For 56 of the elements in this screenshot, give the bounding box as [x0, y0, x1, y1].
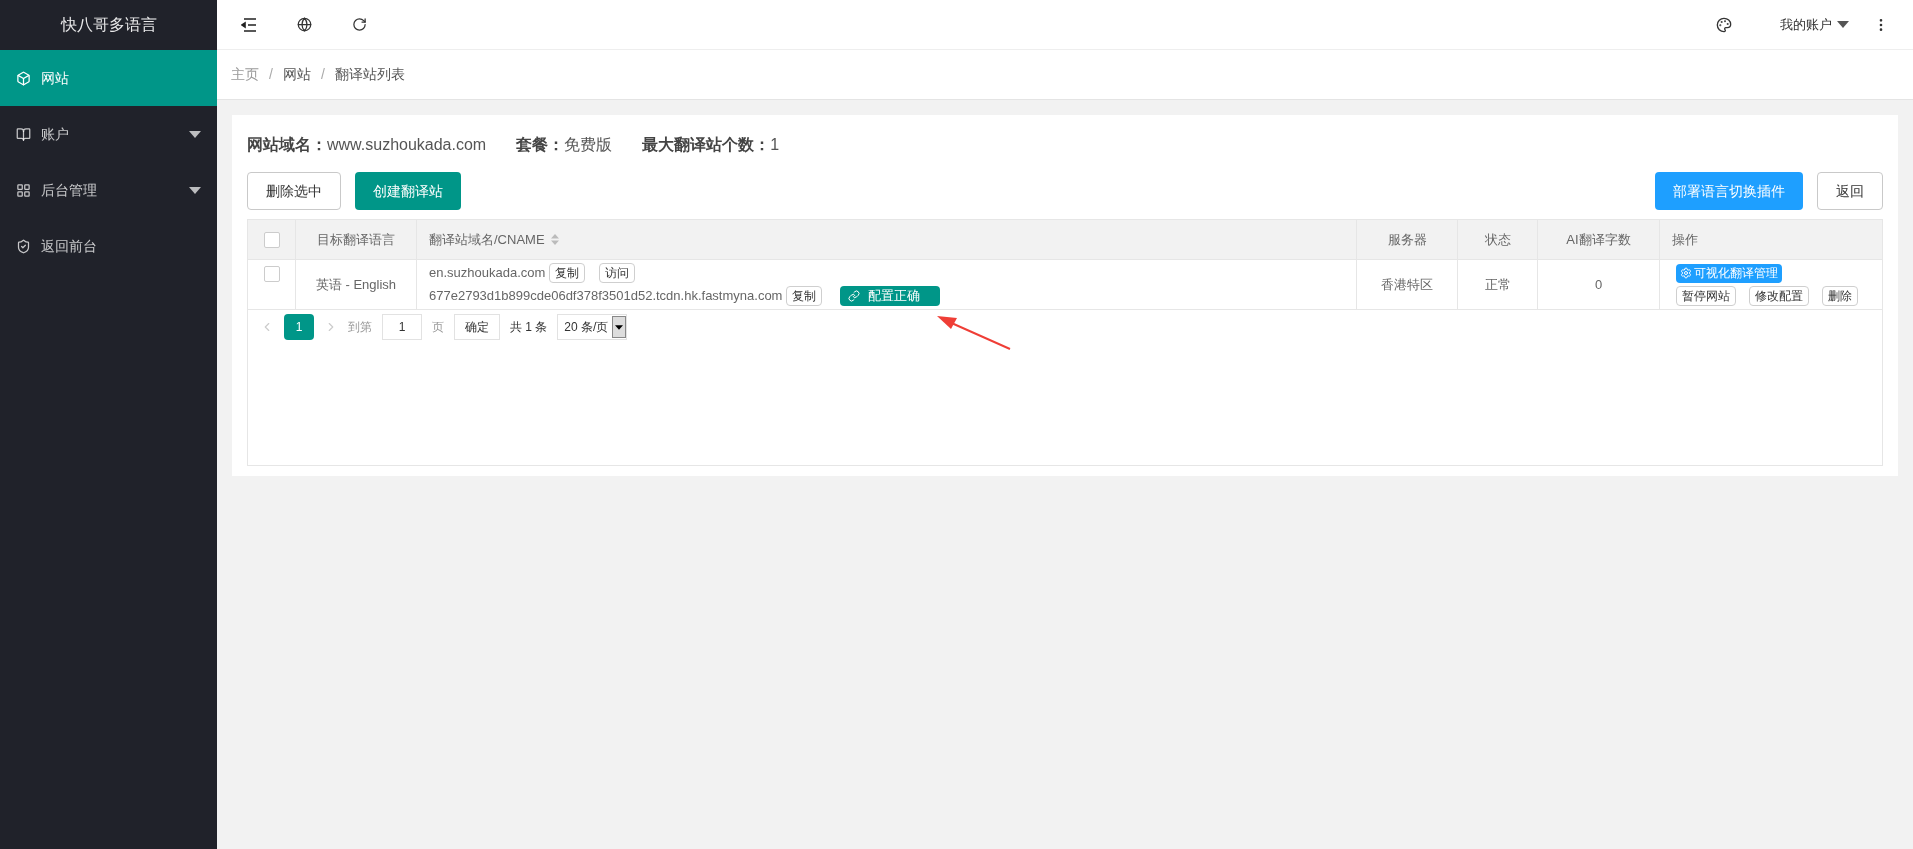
column-header: 状态: [1484, 230, 1511, 249]
column-header: 目标翻译语言: [317, 230, 395, 249]
globe-icon[interactable]: [297, 17, 312, 32]
create-button[interactable]: 创建翻译站: [355, 172, 461, 210]
page-size-select[interactable]: 20 条/页: [557, 314, 628, 340]
goto-label: 到第: [348, 319, 372, 336]
row-action-button[interactable]: 暂停网站: [1676, 285, 1736, 306]
cname-text: 677e2793d1b899cde06df378f3501d52.tcdn.hk.fastmyna.com: [429, 287, 783, 306]
page-unit-label: 页: [432, 319, 444, 336]
book-icon: [16, 126, 31, 142]
sidebar-item[interactable]: 网站: [0, 50, 217, 106]
total-count: 共 1 条: [510, 319, 548, 336]
cube-icon: [16, 70, 31, 86]
breadcrumb-separator: /: [320, 65, 325, 84]
copy-button[interactable]: 复制: [786, 286, 823, 306]
sidebar-item[interactable]: 账户: [0, 106, 217, 162]
settings-icon: [1680, 267, 1692, 279]
column-header: 翻译站域名/CNAME: [429, 230, 545, 249]
app-title: 快八哥多语言: [60, 15, 157, 35]
sidebar-item[interactable]: 返回前台: [0, 218, 217, 274]
breadcrumb-link[interactable]: 网站: [282, 64, 311, 85]
palette-icon[interactable]: [1716, 16, 1732, 33]
summary-text: 最大翻译站个数：1: [642, 135, 780, 155]
table-cell-text: 香港特区: [1381, 275, 1433, 294]
domain-text: en.suzhoukada.com: [429, 264, 546, 283]
summary-text: 网站域名：www.suzhoukada.com: [247, 135, 487, 155]
shield-icon: [16, 238, 31, 254]
table-cell-text: 英语 - English: [315, 275, 397, 294]
breadcrumb-separator: /: [269, 65, 273, 84]
column-header: 操作: [1672, 230, 1698, 249]
menu-fold-icon[interactable]: [241, 17, 257, 32]
column-header: AI翻译字数: [1566, 230, 1631, 249]
refresh-icon[interactable]: [352, 17, 367, 32]
breadcrumb-link[interactable]: 翻译站列表: [334, 64, 405, 85]
delete-selected-button[interactable]: 删除选中: [247, 172, 341, 210]
back-button[interactable]: 返回: [1817, 172, 1883, 210]
config-status-badge: 配置正确: [840, 286, 941, 306]
table-cell-text: 正常: [1484, 275, 1511, 294]
select-all-checkbox[interactable]: [263, 231, 280, 248]
row-checkbox[interactable]: [263, 266, 280, 282]
caret-icon: [615, 323, 624, 331]
copy-button[interactable]: 复制: [549, 263, 586, 283]
column-header: 服务器: [1387, 230, 1427, 249]
summary-text: 套餐：免费版: [516, 135, 613, 155]
confirm-button[interactable]: 确定: [454, 314, 500, 340]
visit-button[interactable]: 访问: [599, 263, 636, 283]
grid-icon: [16, 182, 31, 198]
account-menu[interactable]: 我的账户: [1780, 14, 1849, 35]
caret-icon: [1837, 21, 1849, 28]
row-action-button[interactable]: 删除: [1822, 285, 1858, 306]
page-button[interactable]: 1: [284, 314, 314, 340]
page-input[interactable]: 1: [382, 314, 422, 340]
sidebar-item[interactable]: 后台管理: [0, 162, 217, 218]
row-action-button[interactable]: 修改配置: [1749, 285, 1809, 306]
link-icon: [848, 290, 861, 302]
table-cell-text: 0: [1594, 275, 1603, 294]
